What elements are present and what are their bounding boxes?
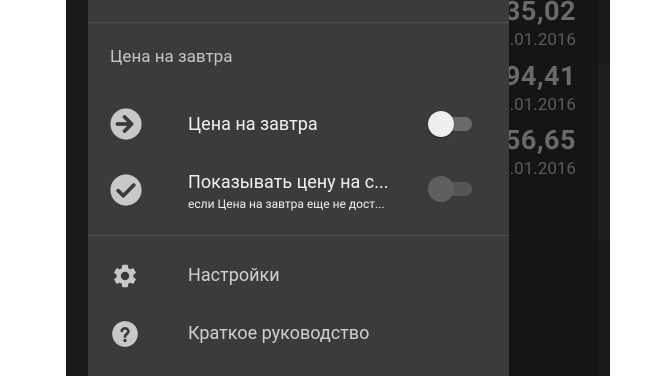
- help-circle-icon: [111, 320, 139, 348]
- check-circle-icon: [109, 173, 143, 207]
- phone-side-button: [598, 64, 610, 240]
- rate-value: 94,41: [504, 60, 576, 92]
- settings-menu-item[interactable]: Настройки: [188, 265, 280, 287]
- rate-date: 0.01.2016: [500, 95, 576, 115]
- tomorrow-price-label[interactable]: Цена на завтра: [188, 114, 318, 136]
- rate-date: 0.01.2016: [500, 30, 576, 50]
- guide-menu-item[interactable]: Краткое руководство: [188, 323, 369, 345]
- toggle-thumb: [428, 111, 454, 137]
- tomorrow-price-toggle[interactable]: [428, 109, 476, 139]
- gear-icon: [111, 262, 139, 290]
- rate-value: 35,02: [504, 0, 576, 27]
- show-price-label[interactable]: Показывать цену на с...: [188, 172, 388, 194]
- divider: [88, 22, 509, 23]
- arrow-right-circle-icon: [109, 107, 143, 141]
- show-price-subtitle: если Цена на завтра еще не дост...: [188, 197, 385, 211]
- background-list-item[interactable]: 35,02 0.01.2016: [500, 0, 576, 50]
- toggle-thumb: [428, 176, 454, 202]
- navigation-drawer: Цена на завтра Цена на завтра Показывать…: [88, 0, 509, 376]
- show-price-toggle[interactable]: [428, 174, 476, 204]
- section-header: Цена на завтра: [110, 47, 233, 67]
- background-list-item[interactable]: 94,41 0.01.2016: [500, 61, 576, 115]
- divider: [88, 235, 509, 236]
